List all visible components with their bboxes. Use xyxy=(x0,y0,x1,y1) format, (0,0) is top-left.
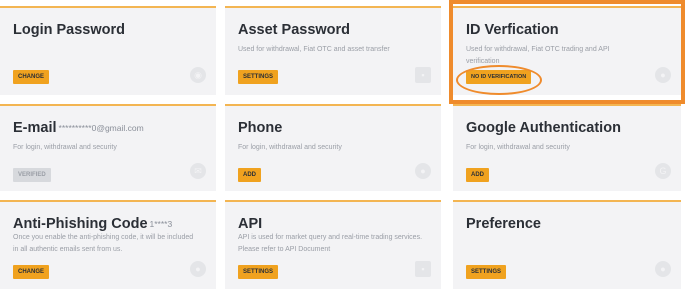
security-settings-grid: Login Password CHANGE ◉ Asset Password U… xyxy=(0,0,700,293)
masked-code: 1****3 xyxy=(149,219,173,229)
card-id-verification: ID Verfication Used for withdrawal, Fiat… xyxy=(453,6,681,95)
card-google-authentication: Google Authentication For login, withdra… xyxy=(453,104,681,191)
eye-icon: ◉ xyxy=(190,67,206,83)
change-anti-phishing-button[interactable]: CHANGE xyxy=(13,265,50,279)
phone-icon: ● xyxy=(415,163,431,179)
id-verification-button[interactable]: NO ID VERIFICATION xyxy=(466,70,532,84)
asset-password-settings-button[interactable]: SETTINGS xyxy=(238,70,279,84)
card-description: For login, withdrawal and security xyxy=(13,144,117,151)
card-asset-password: Asset Password Used for withdrawal, Fiat… xyxy=(225,6,441,95)
masked-email: **********0@gmail.com xyxy=(58,123,144,133)
card-description: API is used for market query and real-ti… xyxy=(238,234,423,253)
card-title: E-mail **********0@gmail.com xyxy=(13,120,144,136)
card-description: Used for withdrawal, Fiat OTC trading an… xyxy=(466,46,610,65)
key-icon: ▪ xyxy=(415,67,431,83)
card-description: Used for withdrawal, Fiat OTC and asset … xyxy=(238,46,390,53)
change-login-password-button[interactable]: CHANGE xyxy=(13,70,50,84)
card-api: API API is used for market query and rea… xyxy=(225,200,441,289)
card-phone: Phone For login, withdrawal and security… xyxy=(225,104,441,191)
add-google-auth-button[interactable]: ADD xyxy=(466,168,489,182)
card-title: Google Authentication xyxy=(466,120,621,136)
preference-settings-button[interactable]: SETTINGS xyxy=(466,265,507,279)
card-login-password: Login Password CHANGE ◉ xyxy=(0,6,216,95)
api-settings-button[interactable]: SETTINGS xyxy=(238,265,279,279)
card-email: E-mail **********0@gmail.com For login, w… xyxy=(0,104,216,191)
card-title: Phone xyxy=(238,120,283,136)
card-anti-phishing-code: Anti-Phishing Code 1****3 Once you enable… xyxy=(0,200,216,289)
email-verified-badge: VERIFIED xyxy=(13,168,51,182)
id-icon: ● xyxy=(655,67,671,83)
card-preference: Preference SETTINGS ● xyxy=(453,200,681,289)
card-title: API xyxy=(238,216,263,232)
mail-icon: ✉ xyxy=(190,163,206,179)
card-title: Asset Password xyxy=(238,22,351,38)
card-description: For login, withdrawal and security xyxy=(238,144,342,151)
api-icon: ▪ xyxy=(415,261,431,277)
card-description: Once you enable the anti-phishing code, … xyxy=(13,234,194,253)
settings-icon: ● xyxy=(655,261,671,277)
google-icon: G xyxy=(655,163,671,179)
card-description: For login, withdrawal and security xyxy=(466,144,570,151)
card-title: ID Verfication xyxy=(466,22,559,38)
card-title: Preference xyxy=(466,216,541,232)
card-title: Login Password xyxy=(13,22,125,38)
shield-icon: ● xyxy=(190,261,206,277)
card-title: Anti-Phishing Code 1****3 xyxy=(13,216,173,232)
add-phone-button[interactable]: ADD xyxy=(238,168,261,182)
